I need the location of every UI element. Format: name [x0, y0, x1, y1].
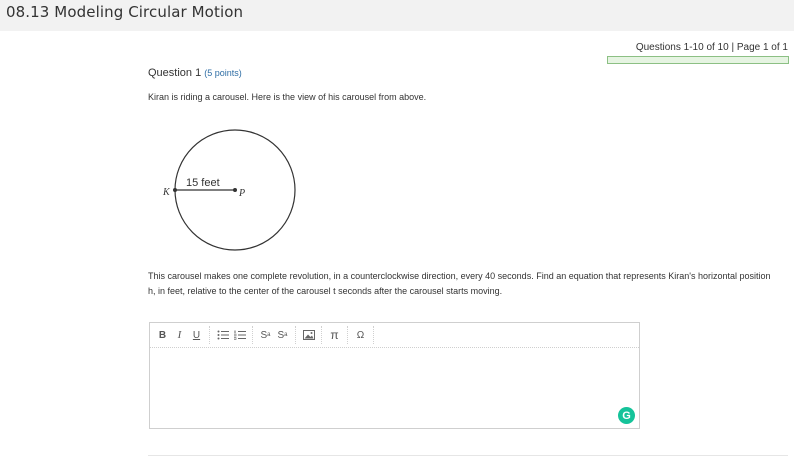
- page-status: Questions 1-10 of 10 | Page 1 of 1: [635, 42, 788, 53]
- carousel-figure: 15 feet K P: [155, 128, 300, 263]
- question-heading: Question 1 (5 points): [148, 67, 242, 79]
- editor-toolbar: B I U Sa S a π Ω: [150, 323, 639, 348]
- point-p-label: P: [238, 188, 245, 199]
- list-bullet-icon[interactable]: [214, 326, 231, 344]
- insert-image-group: [296, 326, 322, 344]
- question-text-prompt: This carousel makes one complete revolut…: [148, 271, 771, 296]
- point-k-dot: [173, 188, 177, 192]
- omega-button[interactable]: Ω: [352, 326, 369, 344]
- image-icon[interactable]: [300, 326, 317, 344]
- radius-label: 15 feet: [186, 177, 220, 189]
- format-group: B I U: [150, 326, 210, 344]
- list-group: [210, 326, 253, 344]
- question-points: (5 points): [204, 68, 242, 78]
- progress-bar: [607, 56, 789, 64]
- superscript-mark: a: [267, 332, 271, 338]
- answer-editor[interactable]: B I U Sa S a π Ω G: [149, 322, 640, 429]
- point-k-label: K: [162, 187, 171, 198]
- pi-button[interactable]: π: [326, 326, 343, 344]
- bottom-divider: [148, 455, 788, 456]
- subscript-label: S: [277, 329, 285, 341]
- answer-textarea[interactable]: [150, 348, 639, 428]
- bold-button[interactable]: B: [154, 326, 171, 344]
- symbol-omega-group: Ω: [348, 326, 374, 344]
- point-p-dot: [233, 188, 237, 192]
- list-number-icon[interactable]: [231, 326, 248, 344]
- superscript-button[interactable]: Sa: [257, 326, 274, 344]
- script-group: Sa Sa: [253, 326, 296, 344]
- subscript-mark: a: [284, 332, 288, 338]
- question-number: Question 1: [148, 67, 202, 79]
- carousel-diagram: 15 feet K P: [162, 129, 296, 251]
- italic-button[interactable]: I: [171, 326, 188, 344]
- question-text-intro: Kiran is riding a carousel. Here is the …: [148, 92, 427, 102]
- underline-button[interactable]: U: [188, 326, 205, 344]
- title-bar: 08.13 Modeling Circular Motion: [0, 0, 794, 31]
- grammarly-icon[interactable]: G: [618, 407, 635, 424]
- symbol-pi-group: π: [322, 326, 348, 344]
- page-title: 08.13 Modeling Circular Motion: [6, 3, 244, 21]
- superscript-label: S: [260, 329, 268, 341]
- subscript-button[interactable]: Sa: [274, 326, 291, 344]
